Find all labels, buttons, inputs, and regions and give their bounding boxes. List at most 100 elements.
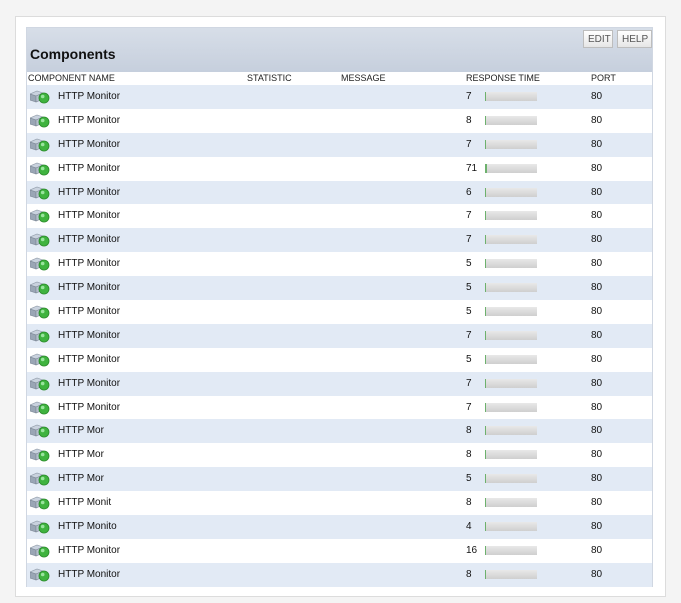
monitor-status-ok-icon	[29, 353, 50, 367]
monitor-status-ok-icon	[29, 209, 50, 223]
component-name[interactable]: HTTP Monitor	[58, 372, 120, 396]
component-name[interactable]: HTTP Monitor	[58, 181, 120, 205]
response-time-bar	[485, 187, 537, 197]
response-time-bar	[485, 235, 537, 245]
response-time-bar	[485, 259, 537, 269]
response-time-value: 8	[466, 114, 472, 126]
response-time-bar	[485, 211, 537, 221]
table-row[interactable]: HTTP Monitor 7 80	[27, 85, 652, 109]
table-row[interactable]: HTTP Monitor 8 80	[27, 562, 652, 587]
monitor-status-ok-icon	[29, 305, 50, 319]
response-time-bar	[485, 163, 537, 173]
port-value: 80	[591, 162, 603, 174]
table-row[interactable]: HTTP Monitor 7 80	[27, 323, 652, 348]
component-name[interactable]: HTTP Monitor	[58, 563, 120, 587]
component-name[interactable]: HTTP Mor	[58, 467, 104, 491]
column-header-statistic[interactable]: STATISTIC	[247, 72, 292, 84]
response-time-bar	[485, 450, 537, 460]
component-name[interactable]: HTTP Monitor	[58, 109, 120, 133]
column-header-row: COMPONENT NAME STATISTIC MESSAGE RESPONS…	[27, 72, 652, 84]
table-row[interactable]: HTTP Monitor 7 80	[27, 395, 652, 420]
component-name[interactable]: HTTP Mor	[58, 443, 104, 467]
response-time-value: 7	[466, 138, 472, 150]
response-time-value: 7	[466, 91, 472, 102]
components-panel: Components EDIT HELP COMPONENT NAME STAT…	[26, 27, 653, 587]
monitor-status-ok-icon	[29, 114, 50, 128]
response-time-bar	[485, 139, 537, 149]
help-button[interactable]: HELP	[617, 30, 652, 48]
port-value: 80	[591, 449, 603, 461]
monitor-status-ok-icon	[29, 162, 50, 176]
component-name[interactable]: HTTP Mor	[58, 419, 104, 443]
port-value: 80	[591, 138, 603, 150]
component-name[interactable]: HTTP Monito	[58, 515, 117, 539]
table-row[interactable]: HTTP Monitor 8 80	[27, 108, 652, 133]
response-time-value: 8	[466, 568, 472, 580]
component-name[interactable]: HTTP Monitor	[58, 396, 120, 420]
component-name[interactable]: HTTP Monitor	[58, 324, 120, 348]
response-time-bar	[485, 354, 537, 364]
monitor-status-ok-icon	[29, 401, 50, 415]
table-row[interactable]: HTTP Monitor 7 80	[27, 204, 652, 229]
response-time-value: 6	[466, 186, 472, 198]
table-row[interactable]: HTTP Monit 8 80	[27, 491, 652, 516]
port-value: 80	[591, 258, 603, 270]
response-time-value: 5	[466, 473, 472, 485]
response-time-bar	[485, 569, 537, 579]
table-row[interactable]: HTTP Monitor 7 80	[27, 371, 652, 396]
monitor-status-ok-icon	[29, 520, 50, 534]
table-row[interactable]: HTTP Monitor 5 80	[27, 300, 652, 324]
response-time-bar	[485, 330, 537, 340]
component-name[interactable]: HTTP Monitor	[58, 157, 120, 181]
response-time-value: 8	[466, 449, 472, 461]
table-row[interactable]: HTTP Mor 5 80	[27, 467, 652, 492]
component-name[interactable]: HTTP Monitor	[58, 276, 120, 300]
component-name[interactable]: HTTP Monitor	[58, 228, 120, 252]
table-row[interactable]: HTTP Monito 4 80	[27, 515, 652, 539]
column-header-port[interactable]: PORT	[591, 72, 616, 84]
response-time-value: 5	[466, 282, 472, 294]
component-name[interactable]: HTTP Monitor	[58, 85, 120, 109]
component-name[interactable]: HTTP Monitor	[58, 204, 120, 228]
column-header-message[interactable]: MESSAGE	[341, 72, 386, 84]
component-name[interactable]: HTTP Monitor	[58, 300, 120, 324]
column-header-response-time[interactable]: RESPONSE TIME	[466, 72, 540, 84]
panel-title: Components	[30, 46, 116, 62]
table-row[interactable]: HTTP Monitor 16 80	[27, 538, 652, 563]
response-time-value: 7	[466, 234, 472, 246]
table-row[interactable]: HTTP Monitor 7 80	[27, 228, 652, 253]
monitor-status-ok-icon	[29, 377, 50, 391]
response-time-bar	[485, 474, 537, 484]
table-row[interactable]: HTTP Monitor 5 80	[27, 347, 652, 372]
table-row[interactable]: HTTP Mor 8 80	[27, 443, 652, 468]
response-time-bar	[485, 522, 537, 532]
monitor-status-ok-icon	[29, 186, 50, 200]
monitor-status-ok-icon	[29, 544, 50, 558]
component-name[interactable]: HTTP Monitor	[58, 539, 120, 563]
response-time-value: 5	[466, 306, 472, 318]
component-name[interactable]: HTTP Monitor	[58, 133, 120, 157]
component-name[interactable]: HTTP Monit	[58, 491, 111, 515]
table-row[interactable]: HTTP Monitor 71 80	[27, 156, 652, 181]
table-row[interactable]: HTTP Monitor 5 80	[27, 276, 652, 301]
response-time-value: 5	[466, 258, 472, 270]
port-value: 80	[591, 425, 603, 437]
table-row[interactable]: HTTP Monitor 6 80	[27, 180, 652, 205]
port-value: 80	[591, 544, 603, 556]
table-row[interactable]: HTTP Monitor 5 80	[27, 252, 652, 277]
port-value: 80	[591, 210, 603, 222]
port-value: 80	[591, 114, 603, 126]
column-header-component-name[interactable]: COMPONENT NAME	[28, 72, 115, 84]
response-time-value: 71	[466, 162, 478, 174]
table-row[interactable]: HTTP Mor 8 80	[27, 419, 652, 444]
port-value: 80	[591, 497, 603, 509]
port-value: 80	[591, 353, 603, 365]
component-name[interactable]: HTTP Monitor	[58, 252, 120, 276]
response-time-bar	[485, 283, 537, 293]
port-value: 80	[591, 521, 603, 533]
edit-button[interactable]: EDIT	[583, 30, 613, 48]
table-row[interactable]: HTTP Monitor 7 80	[27, 132, 652, 157]
component-name[interactable]: HTTP Monitor	[58, 348, 120, 372]
response-time-value: 4	[466, 521, 472, 533]
monitor-status-ok-icon	[29, 281, 50, 295]
